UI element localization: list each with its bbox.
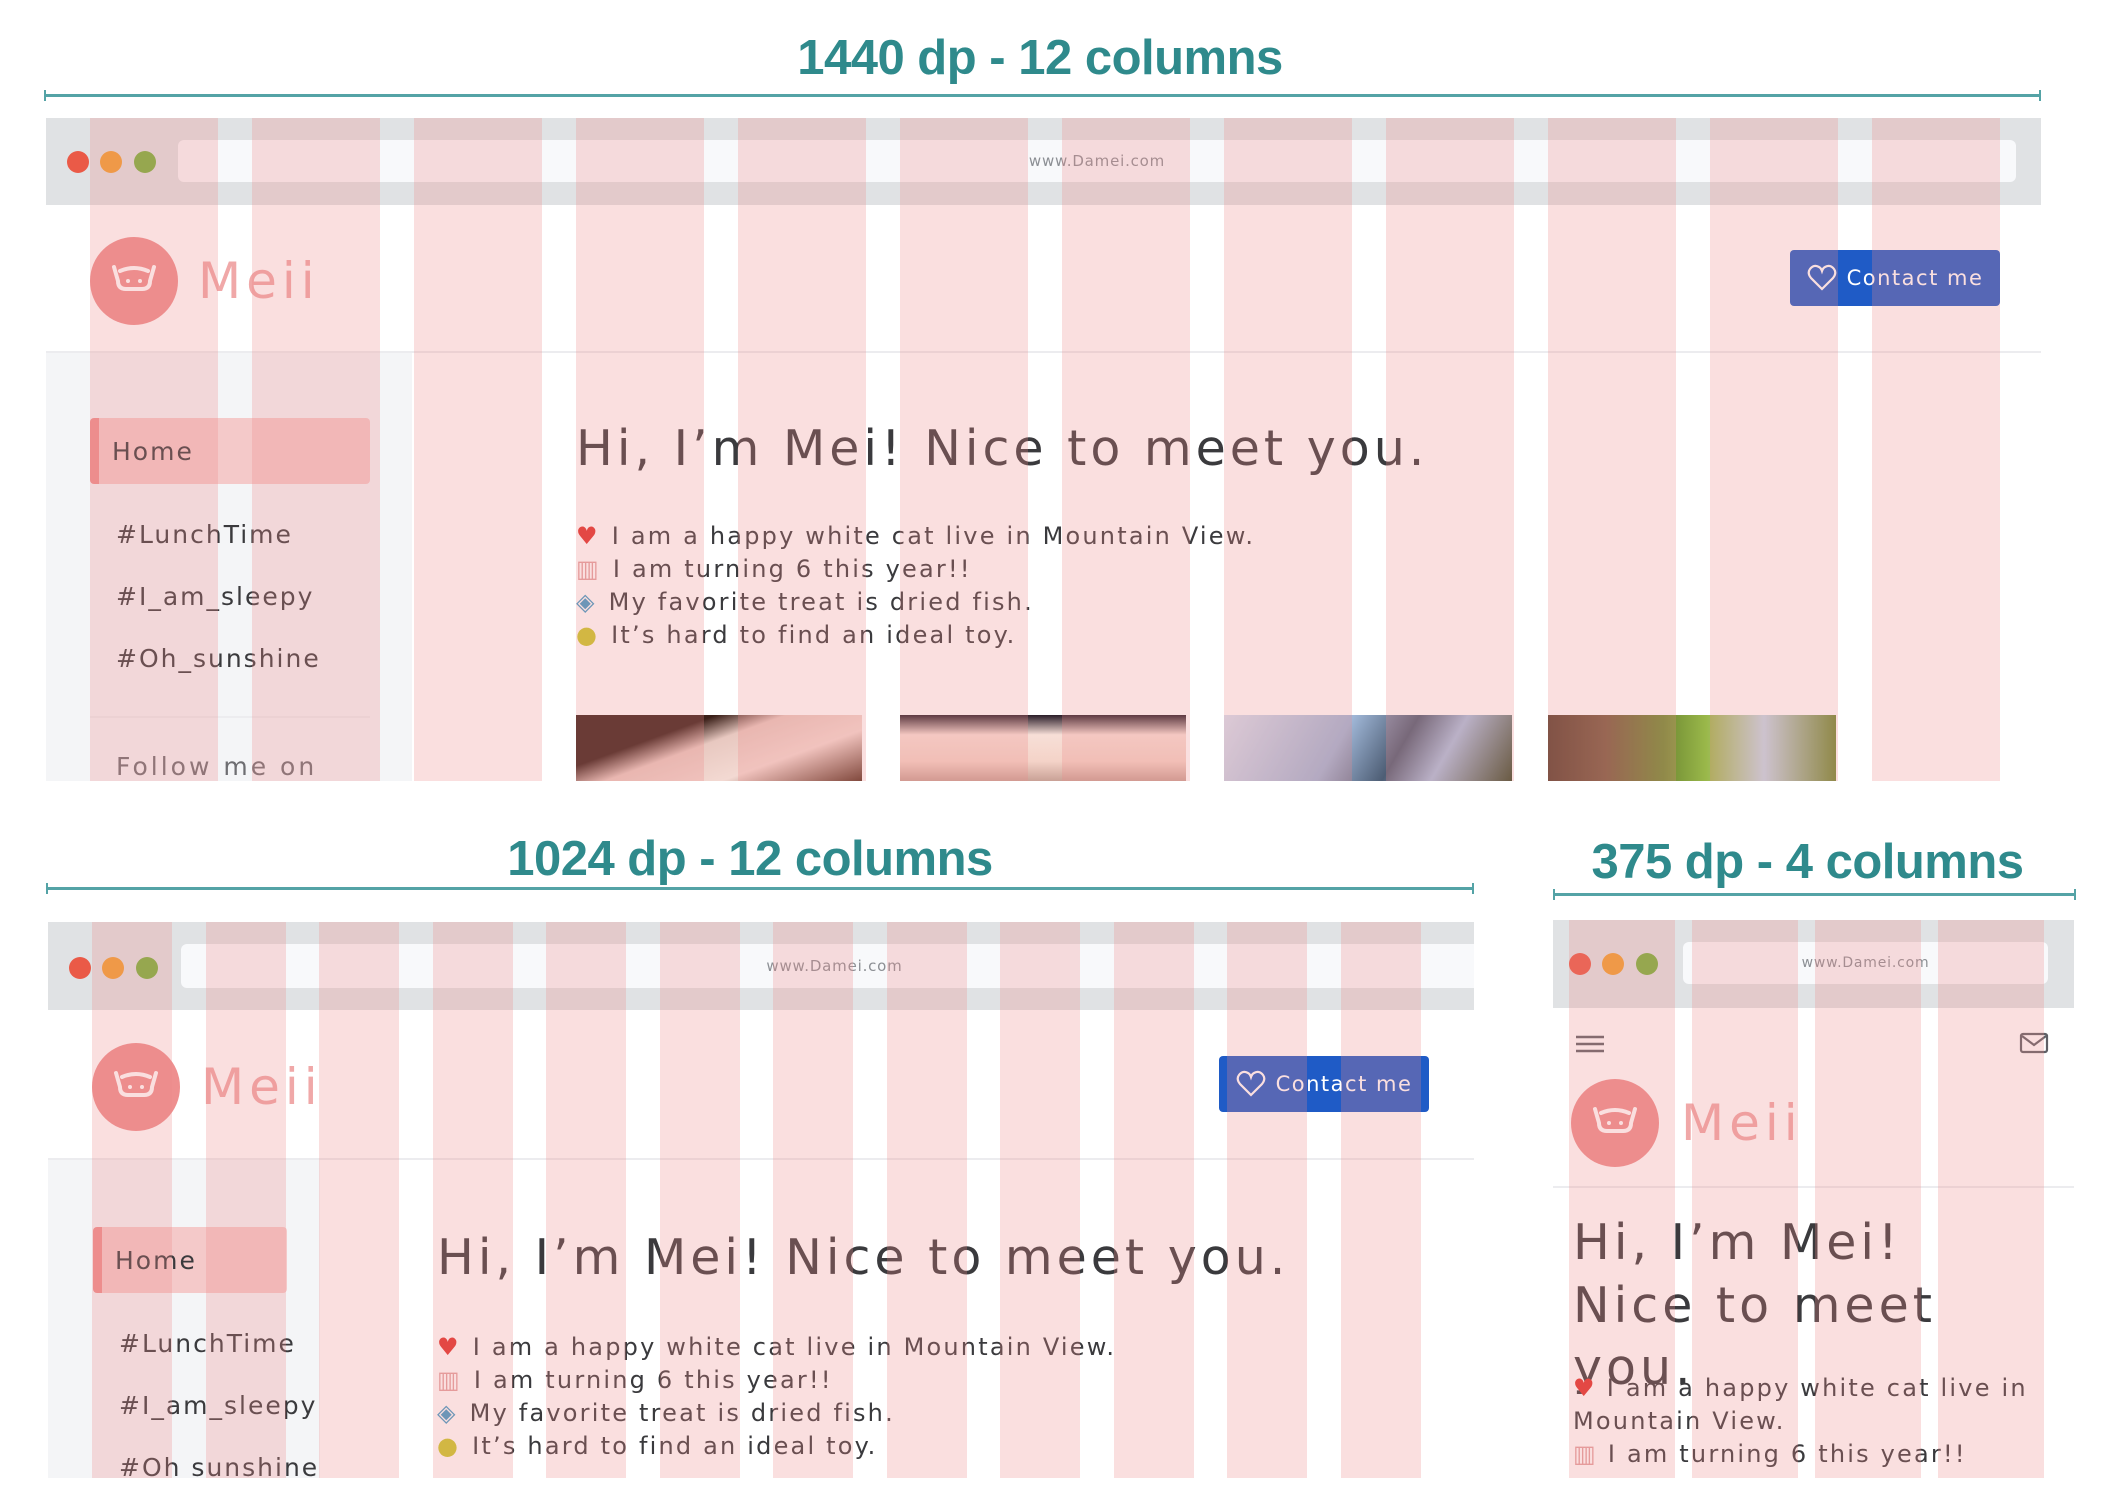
nav-i-am-sleepy[interactable]: #I_am_sleepy [119, 1391, 317, 1420]
logo-text: Meii [1681, 1094, 1803, 1152]
grid-column [414, 118, 542, 781]
bullet-3-text: My favorite treat is dried fish. [469, 1399, 895, 1427]
close-dot[interactable] [69, 957, 91, 979]
bullet-1-text: I am a happy white cat live in Mountain … [1573, 1374, 2028, 1436]
nav-lunchtime[interactable]: #LunchTime [116, 520, 293, 549]
bullet-2-text: I am turning 6 this year!! [473, 1366, 833, 1394]
fish-icon: ◈ [576, 588, 597, 616]
ball-icon: ● [437, 1432, 461, 1460]
hamburger-menu-icon[interactable] [1575, 1034, 1605, 1054]
bullet-1: ♥ I am a happy white cat live in Mountain… [576, 522, 1255, 550]
contact-button-label: Contact me [1275, 1072, 1413, 1096]
logo-text: Meii [201, 1058, 323, 1116]
address-bar[interactable]: www.Damei.com [178, 140, 2016, 182]
nav-home-label: Home [115, 1245, 197, 1275]
ball-icon: ● [576, 621, 600, 649]
photo-window[interactable] [1224, 715, 1512, 781]
grid-column [1548, 118, 1676, 781]
nav-home[interactable]: Home [93, 1227, 287, 1293]
bullet-3: ◈ My favorite treat is dried fish. [437, 1399, 895, 1427]
contact-button[interactable]: Contact me [1790, 250, 2000, 306]
photo-cat-2[interactable] [900, 715, 1186, 781]
cake-icon: ▥ [437, 1366, 462, 1394]
contact-button-label: Contact me [1846, 266, 1984, 290]
bullet-1-text: I am a happy white cat live in Mountain … [611, 522, 1256, 550]
bullet-2-text: I am turning 6 this year!! [1607, 1440, 1967, 1469]
page-heading: Hi, I’m Mei! Nice to meet you. [576, 420, 1429, 477]
sidebar [48, 1160, 320, 1478]
follow-label: Follow me on [116, 752, 318, 781]
bullet-1-text: I am a happy white cat live in Mountain … [472, 1333, 1117, 1361]
tablet-title: 1024 dp - 12 columns [507, 832, 993, 886]
bullet-1: ♥ I am a happy white cat live in Mountain… [437, 1333, 1116, 1361]
maximize-dot[interactable] [136, 957, 158, 979]
bullet-4-text: It’s hard to find an ideal toy. [472, 1432, 878, 1460]
grid-column [1872, 118, 2000, 781]
bullet-list: ♥ I am a happy white cat live in Mountain… [1573, 1372, 2053, 1471]
desktop-title-rule [44, 90, 2041, 101]
heart-outline-icon [1236, 1070, 1265, 1097]
tablet-browser-frame: www.Damei.com Meii Contact me Home #Lunc… [48, 922, 1474, 1478]
bullet-2: ▥ I am turning 6 this year!! [576, 555, 972, 583]
minimize-dot[interactable] [1602, 953, 1624, 975]
nav-i-am-sleepy[interactable]: #I_am_sleepy [116, 582, 314, 611]
header-divider [1553, 1186, 2074, 1188]
mobile-browser-frame: www.Damei.com Meii Hi, I’m Mei! Nice to … [1553, 920, 2074, 1478]
photo-cat-1[interactable] [576, 715, 862, 781]
tablet-title-rule [46, 883, 1474, 894]
bullet-4: ● It’s hard to find an ideal toy. [437, 1432, 877, 1460]
minimize-dot[interactable] [102, 957, 124, 979]
fish-icon: ◈ [437, 1399, 458, 1427]
mail-icon[interactable] [2019, 1031, 2049, 1055]
photo-garden[interactable] [1548, 715, 1836, 781]
close-dot[interactable] [1569, 953, 1591, 975]
nav-oh-sunshine[interactable]: #Oh_sunshine [116, 644, 321, 673]
nav-lunchtime[interactable]: #LunchTime [119, 1329, 296, 1358]
bullet-4-text: It’s hard to find an ideal toy. [611, 621, 1017, 649]
bullet-3-text: My favorite treat is dried fish. [608, 588, 1034, 616]
heart-icon: ♥ [576, 522, 600, 550]
sidebar-divider [90, 716, 370, 718]
heart-icon: ♥ [1573, 1374, 1597, 1402]
maximize-dot[interactable] [134, 151, 156, 173]
cat-logo-icon [90, 237, 178, 325]
heart-icon: ♥ [437, 1333, 461, 1361]
cake-icon: ▥ [576, 555, 601, 583]
heart-outline-icon [1807, 264, 1836, 291]
address-bar[interactable]: www.Damei.com [1683, 942, 2048, 984]
bullet-2: ▥ I am turning 6 this year!! [437, 1366, 833, 1394]
maximize-dot[interactable] [1636, 953, 1658, 975]
cake-icon: ▥ [1573, 1440, 1598, 1469]
grid-column [1710, 118, 1838, 781]
contact-button[interactable]: Contact me [1219, 1056, 1429, 1112]
bullet-3: ◈ My favorite treat is dried fish. [576, 588, 1034, 616]
bullet-2-text: I am turning 6 this year!! [612, 555, 972, 583]
mobile-title-rule [1553, 889, 2076, 900]
close-dot[interactable] [67, 151, 89, 173]
nav-home[interactable]: Home [90, 418, 370, 484]
cat-logo-icon [1571, 1079, 1659, 1167]
mobile-title: 375 dp - 4 columns [1591, 835, 2024, 889]
bullet-4: ● It’s hard to find an ideal toy. [576, 621, 1016, 649]
address-bar[interactable]: www.Damei.com [181, 944, 1474, 988]
bullet-1: ♥ I am a happy white cat live in Mountain… [1573, 1372, 2053, 1438]
desktop-title: 1440 dp - 12 columns [797, 31, 1283, 85]
nav-oh-sunshine[interactable]: #Oh sunshine [119, 1453, 319, 1478]
desktop-browser-frame: www.Damei.com Meii Contact me Home #Lunc… [46, 118, 2041, 781]
cat-logo-icon [92, 1043, 180, 1131]
bullet-2: ▥ I am turning 6 this year!! [1573, 1438, 2053, 1471]
nav-home-label: Home [112, 436, 194, 466]
logo-text: Meii [198, 252, 320, 310]
page-heading: Hi, I’m Mei! Nice to meet you. [437, 1229, 1290, 1286]
minimize-dot[interactable] [100, 151, 122, 173]
